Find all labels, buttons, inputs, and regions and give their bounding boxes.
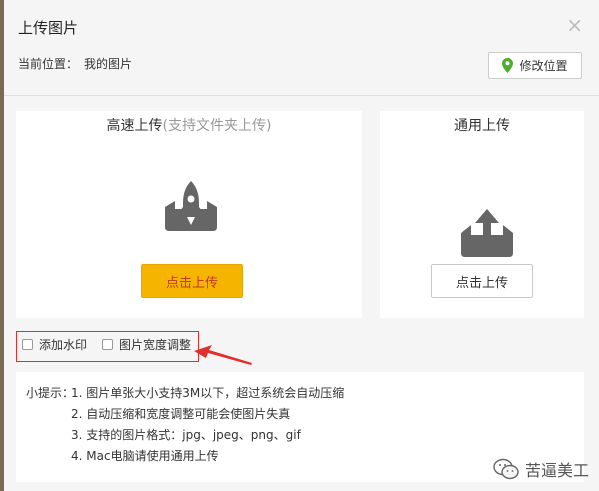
location-pin-icon — [502, 58, 514, 73]
fast-upload-subtitle: (支持文件夹上传) — [162, 118, 272, 134]
upload-image-dialog: 上传图片 × 当前位置： 我的图片 修改位置 高速上传(支持文件夹上传) 点击上传 — [4, 0, 599, 491]
normal-upload-panel: 通用上传 点击上传 — [380, 111, 584, 318]
tip-item-1: 1. 图片单张大小支持3M以下，超过系统会自动压缩 — [71, 386, 345, 400]
tip-item-3: 3. 支持的图片格式：jpg、jpeg、png、gif — [71, 428, 301, 442]
width-adjust-label: 图片宽度调整 — [119, 338, 192, 352]
normal-upload-button[interactable]: 点击上传 — [431, 264, 533, 298]
author-watermark: 苦逼美工 — [493, 457, 589, 481]
add-watermark-label: 添加水印 — [39, 338, 88, 352]
fast-upload-button[interactable]: 点击上传 — [141, 264, 243, 298]
location-label: 当前位置： — [18, 57, 79, 71]
add-watermark-option[interactable]: 添加水印 — [22, 336, 87, 353]
wechat-icon — [493, 458, 519, 480]
dialog-title: 上传图片 — [18, 19, 79, 37]
add-watermark-checkbox[interactable] — [22, 339, 33, 350]
header-divider — [4, 95, 599, 96]
rocket-icon — [165, 181, 217, 231]
modify-location-label: 修改位置 — [519, 59, 568, 73]
fast-upload-title: 高速上传(支持文件夹上传) — [16, 115, 362, 135]
tip-item-2: 2. 自动压缩和宽度调整可能会使图片失真 — [71, 407, 291, 421]
normal-upload-title: 通用上传 — [454, 118, 510, 134]
tips-label: 小提示： — [26, 386, 75, 400]
location-value: 我的图片 — [84, 57, 133, 71]
width-adjust-checkbox[interactable] — [102, 339, 113, 350]
current-location: 当前位置： 我的图片 — [18, 55, 138, 72]
close-icon[interactable]: × — [566, 15, 583, 35]
tip-item-4: 4. Mac电脑请使用通用上传 — [71, 449, 219, 463]
width-adjust-option[interactable]: 图片宽度调整 — [102, 336, 191, 353]
modify-location-button[interactable]: 修改位置 — [488, 52, 582, 79]
fast-upload-title-main: 高速上传 — [106, 118, 163, 134]
fast-upload-panel: 高速上传(支持文件夹上传) 点击上传 — [16, 111, 362, 318]
upload-tray-icon — [461, 209, 513, 257]
watermark-text: 苦逼美工 — [524, 461, 589, 480]
red-arrow-icon — [194, 345, 252, 365]
